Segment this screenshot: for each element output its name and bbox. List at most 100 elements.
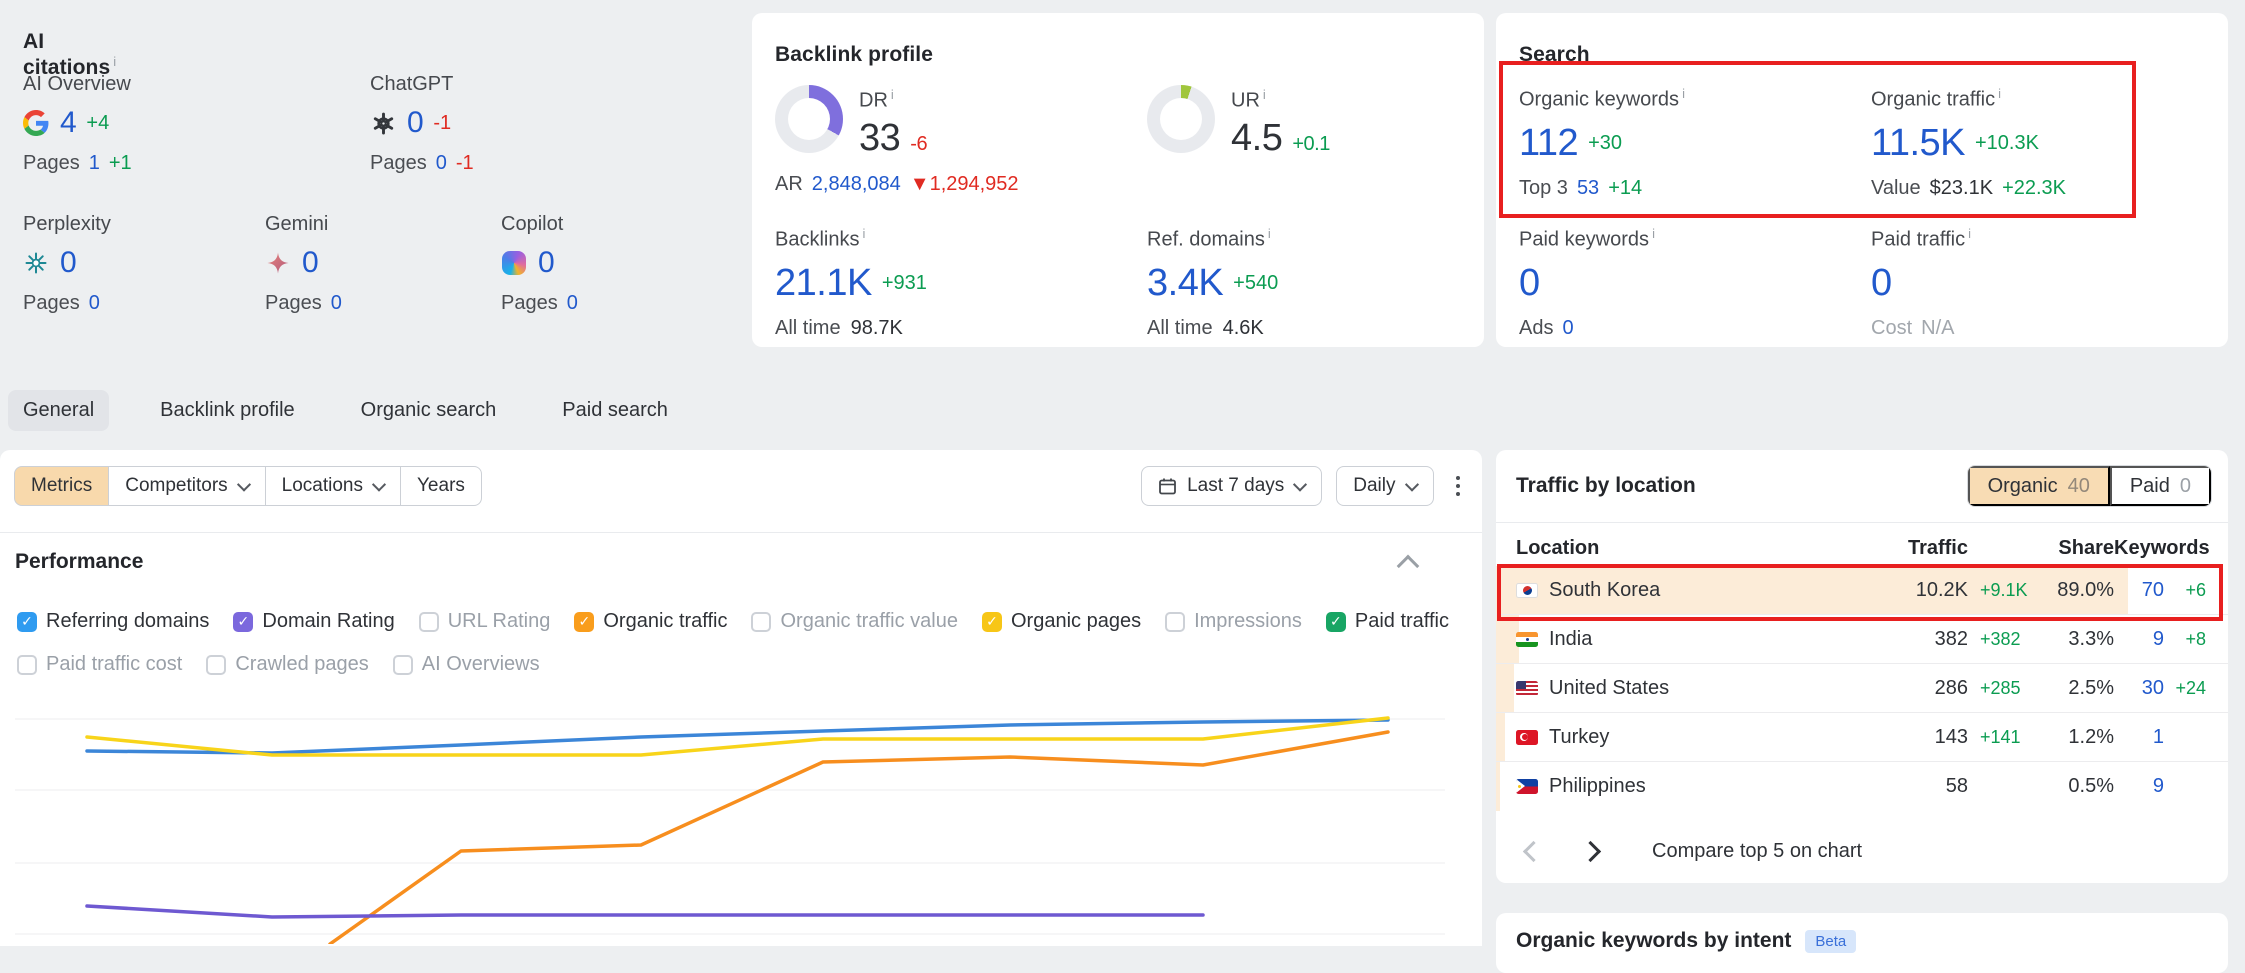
metric-toggle-paid-traffic[interactable]: ✓Paid traffic	[1326, 610, 1449, 633]
metric-toggle-organic-traffic-value[interactable]: Organic traffic value	[751, 610, 958, 633]
ahrefs-rank-row: AR 2,848,084 ▼1,294,952	[775, 173, 1019, 196]
metric-toggle-organic-pages[interactable]: ✓Organic pages	[982, 610, 1141, 633]
toolbar-button-years[interactable]: Years	[400, 466, 482, 506]
keywords-value[interactable]: 9	[2114, 628, 2164, 651]
table-row-philippines[interactable]: Philippines580.5%9	[1496, 762, 2228, 811]
stat-value[interactable]: 0	[1871, 262, 1892, 305]
metric-toggle-paid-traffic-cost[interactable]: Paid traffic cost	[17, 653, 182, 676]
tab-general[interactable]: General	[8, 390, 109, 431]
ai-citation-block-perplexity: Perplexity0Pages0	[23, 213, 253, 315]
citation-count[interactable]: 4	[60, 106, 76, 140]
pages-value[interactable]: 0	[436, 152, 447, 175]
granularity-button[interactable]: Daily	[1336, 466, 1433, 506]
metric-toggle-url-rating[interactable]: URL Rating	[419, 610, 551, 633]
metric-toggle-referring-domains[interactable]: ✓Referring domains	[17, 610, 209, 633]
metric-toggle-organic-traffic[interactable]: ✓Organic traffic	[574, 610, 727, 633]
info-icon[interactable]: i	[862, 226, 865, 241]
ref-domains-label: Ref. domainsi	[1147, 226, 1278, 252]
traffic-value: 286	[1898, 677, 1968, 700]
toolbar-button-competitors[interactable]: Competitors	[108, 466, 265, 506]
chevron-up-icon[interactable]	[1397, 555, 1420, 578]
pages-value[interactable]: 1	[89, 152, 100, 175]
metric-toggle-crawled-pages[interactable]: Crawled pages	[206, 653, 368, 676]
ai-provider-label: ChatGPT	[370, 73, 600, 96]
metric-label: Referring domains	[46, 610, 209, 633]
chevron-left-icon[interactable]	[1523, 840, 1544, 861]
table-row-south-korea[interactable]: South Korea10.2K+9.1K89.0%70+6	[1496, 566, 2228, 615]
keywords-value[interactable]: 30	[2114, 677, 2164, 700]
pages-value[interactable]: 0	[89, 292, 100, 315]
info-icon[interactable]: i	[1968, 226, 1971, 241]
backlink-profile-card: Backlink profile DRi 33-6 URi 4.5+0.1 AR…	[752, 13, 1484, 347]
ai-citation-value-row: 4+4	[23, 106, 253, 140]
citation-count[interactable]: 0	[60, 246, 76, 280]
chevron-right-icon[interactable]	[1580, 840, 1601, 861]
metric-toggle-impressions[interactable]: Impressions	[1165, 610, 1302, 633]
toggle-label: Paid	[2130, 475, 2170, 498]
toggle-organic[interactable]: Organic40	[1968, 466, 2110, 506]
stat-subrow: Ads0	[1519, 317, 1819, 340]
metrics-row1: ✓Referring domains ✓Domain Rating URL Rati…	[17, 610, 1457, 633]
info-icon[interactable]: i	[1682, 86, 1685, 101]
checkbox-unchecked-icon	[419, 612, 439, 632]
toggle-paid[interactable]: Paid0	[2110, 466, 2211, 506]
subrow-token: 0	[1562, 317, 1573, 340]
metric-label: Organic traffic value	[780, 610, 958, 633]
keywords-delta: +6	[2164, 580, 2206, 601]
citation-count[interactable]: 0	[538, 246, 554, 280]
traffic-delta: +382	[1968, 629, 2028, 650]
metric-toggle-ai-overviews[interactable]: AI Overviews	[393, 653, 540, 676]
table-row-united-states[interactable]: United States286+2852.5%30+24	[1496, 664, 2228, 713]
dr-value: 33-6	[859, 117, 927, 160]
info-icon[interactable]: i	[113, 54, 116, 69]
traffic-delta: +9.1K	[1968, 580, 2028, 601]
pages-row: Pages0-1	[370, 152, 600, 175]
backlinks-block: Backlinksi 21.1K+931 All time98.7K	[775, 226, 927, 340]
traffic-value: 58	[1898, 775, 1968, 798]
flag-in-icon	[1516, 632, 1538, 647]
metric-label: URL Rating	[448, 610, 551, 633]
pages-value[interactable]: 0	[331, 292, 342, 315]
backlinks-value[interactable]: 21.1K	[775, 262, 872, 305]
metric-toggle-domain-rating[interactable]: ✓Domain Rating	[233, 610, 394, 633]
intent-card-title: Organic keywords by intent	[1516, 929, 1791, 953]
performance-title: Performance	[15, 550, 143, 574]
keywords-value[interactable]: 70	[2114, 579, 2164, 602]
tab-organic-search[interactable]: Organic search	[346, 390, 512, 431]
keywords-value[interactable]: 9	[2114, 775, 2164, 798]
citation-count[interactable]: 0	[407, 106, 423, 140]
metric-label: Paid traffic cost	[46, 653, 182, 676]
pages-label: Pages	[265, 292, 322, 315]
more-options-icon[interactable]	[1448, 470, 1469, 503]
info-icon[interactable]: i	[1263, 87, 1266, 102]
toolbar-button-label: Locations	[282, 475, 363, 497]
toolbar-button-metrics[interactable]: Metrics	[14, 466, 109, 506]
info-icon[interactable]: i	[891, 87, 894, 102]
stat-value[interactable]: 11.5K	[1871, 122, 1965, 165]
stat-value[interactable]: 112	[1519, 122, 1578, 165]
date-range-button[interactable]: Last 7 days	[1141, 466, 1322, 506]
toolbar-button-locations[interactable]: Locations	[265, 466, 401, 506]
citation-count[interactable]: 0	[302, 246, 318, 280]
table-row-turkey[interactable]: Turkey143+1411.2%1	[1496, 713, 2228, 762]
ar-value[interactable]: 2,848,084	[812, 173, 901, 196]
search-stat-organic-traffic: Organic traffici11.5K+10.3KValue$23.1K+2…	[1871, 86, 2171, 200]
search-stat-paid-keywords: Paid keywordsi0Ads0	[1519, 226, 1819, 340]
ai-citation-value-row: 0	[23, 246, 253, 280]
ref-domains-value[interactable]: 3.4K	[1147, 262, 1223, 305]
keywords-value[interactable]: 1	[2114, 726, 2164, 749]
stat-subrow: Top 353+14	[1519, 177, 1819, 200]
pages-value[interactable]: 0	[567, 292, 578, 315]
stat-value[interactable]: 0	[1519, 262, 1540, 305]
info-icon[interactable]: i	[1652, 226, 1655, 241]
table-row-india[interactable]: India382+3823.3%9+8	[1496, 615, 2228, 664]
flag-tr-icon	[1516, 730, 1538, 745]
performance-line-chart[interactable]	[15, 678, 1445, 944]
tab-backlink-profile[interactable]: Backlink profile	[145, 390, 310, 431]
info-icon[interactable]: i	[1998, 86, 2001, 101]
search-stat-label: Paid keywordsi	[1519, 226, 1819, 252]
compare-top5-link[interactable]: Compare top 5 on chart	[1652, 840, 1862, 863]
tab-paid-search[interactable]: Paid search	[547, 390, 683, 431]
stat-subrow: CostN/A	[1871, 317, 2171, 340]
info-icon[interactable]: i	[1268, 226, 1271, 241]
